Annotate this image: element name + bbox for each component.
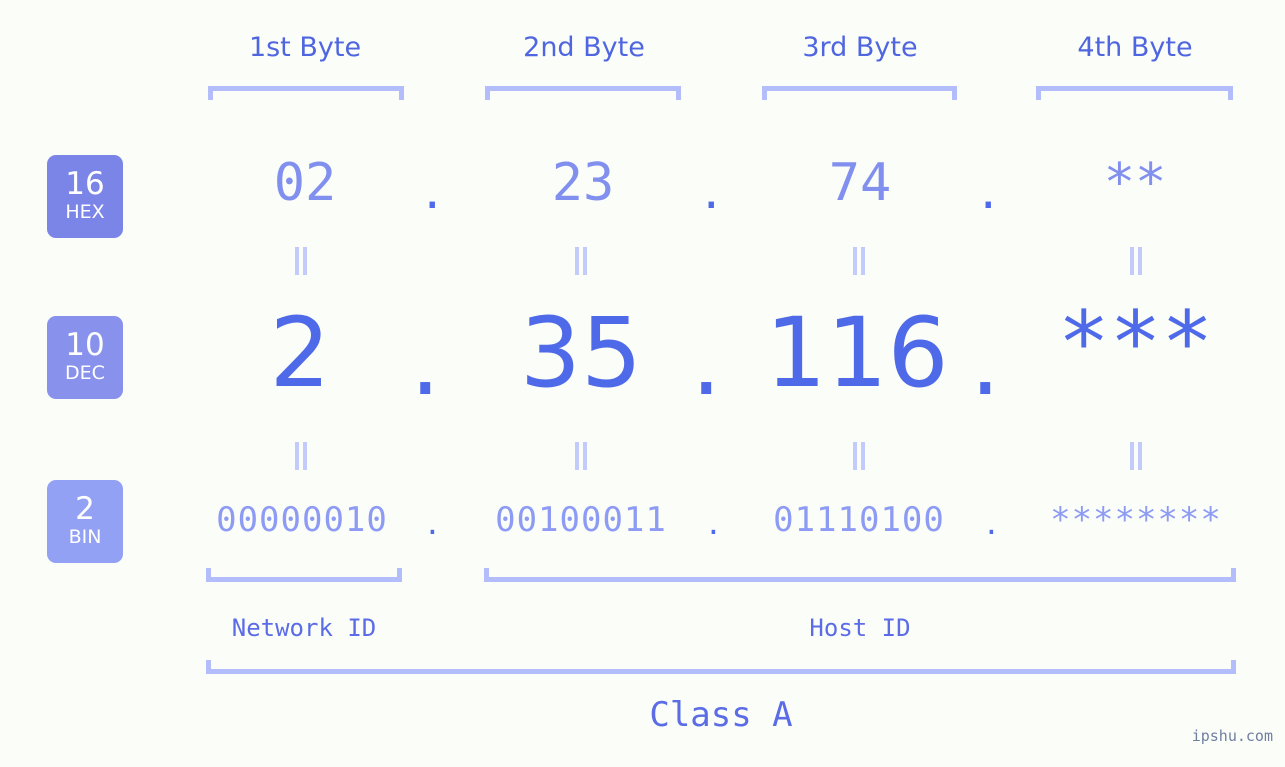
base-badge-bin: 2 BIN (47, 480, 123, 563)
equals-mark-dec-bin-2 (574, 442, 588, 470)
dec-separator-2: . (691, 305, 722, 417)
equals-mark-dec-bin-4 (1129, 442, 1143, 470)
hex-separator-1: . (424, 161, 441, 221)
host-id-label: Host ID (809, 614, 911, 642)
base-badge-bin-number: 2 (75, 491, 95, 528)
base-badge-hex-number: 16 (65, 166, 105, 203)
dec-byte-1: 2 (269, 297, 331, 409)
byte-header-1: 1st Byte (248, 32, 362, 63)
equals-mark-hex-dec-1 (294, 247, 308, 275)
bin-separator-2: . (708, 503, 719, 543)
byte-bracket-2 (485, 86, 681, 100)
byte-bracket-3 (762, 86, 957, 100)
site-watermark: ipshu.com (1191, 727, 1273, 745)
class-label: Class A (649, 695, 793, 735)
bin-byte-1: 00000010 (216, 500, 388, 540)
base-badge-bin-name: BIN (68, 526, 102, 549)
byte-header-2: 2nd Byte (523, 32, 645, 63)
hex-separator-3: . (980, 161, 997, 221)
bin-byte-2: 00100011 (495, 500, 667, 540)
hex-byte-4: ** (1103, 153, 1167, 213)
network-id-bracket (206, 568, 402, 582)
base-badge-dec-name: DEC (65, 362, 105, 385)
dec-byte-2: 35 (519, 297, 643, 409)
byte-bracket-1 (208, 86, 404, 100)
dec-byte-4: *** (1057, 293, 1214, 393)
dec-separator-1: . (410, 305, 441, 417)
ip-address-breakdown-diagram: 1st Byte 2nd Byte 3rd Byte 4th Byte 16 H… (0, 0, 1285, 767)
bin-separator-1: . (427, 503, 438, 543)
equals-mark-hex-dec-4 (1129, 247, 1143, 275)
equals-mark-dec-bin-1 (294, 442, 308, 470)
byte-bracket-4 (1036, 86, 1233, 100)
hex-byte-3: 74 (828, 153, 892, 213)
byte-header-3: 3rd Byte (802, 32, 918, 63)
hex-separator-2: . (703, 161, 720, 221)
base-badge-hex-name: HEX (65, 201, 105, 224)
byte-header-4: 4th Byte (1077, 32, 1193, 63)
equals-mark-hex-dec-3 (852, 247, 866, 275)
bin-byte-3: 01110100 (773, 500, 945, 540)
class-bracket (206, 660, 1236, 674)
equals-mark-hex-dec-2 (574, 247, 588, 275)
hex-byte-1: 02 (273, 153, 337, 213)
base-badge-hex: 16 HEX (47, 155, 123, 238)
base-badge-dec-number: 10 (65, 327, 105, 364)
dec-byte-3: 116 (765, 297, 949, 409)
network-id-label: Network ID (231, 614, 377, 642)
hex-byte-2: 23 (551, 153, 615, 213)
bin-byte-4: ******** (1050, 500, 1222, 540)
dec-separator-3: . (970, 305, 1001, 417)
host-id-bracket (484, 568, 1236, 582)
base-badge-dec: 10 DEC (47, 316, 123, 399)
bin-separator-3: . (986, 503, 997, 543)
equals-mark-dec-bin-3 (852, 442, 866, 470)
